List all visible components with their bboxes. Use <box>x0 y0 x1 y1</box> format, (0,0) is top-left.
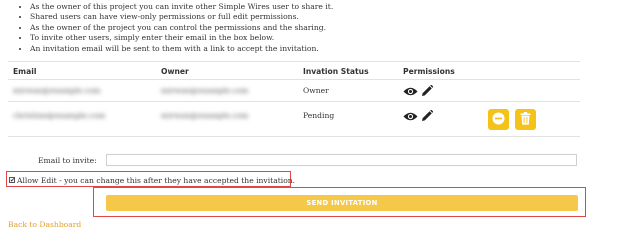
header-owner: Owner <box>161 67 189 76</box>
row-permissions <box>403 110 433 122</box>
row-status: Pending <box>303 111 335 120</box>
row-owner: mirwan@example.com <box>161 86 249 95</box>
instruction-item: As the owner of the project you can cont… <box>30 23 333 33</box>
send-invitation-button[interactable]: SEND INVITATION <box>106 195 578 211</box>
row-permissions <box>403 85 433 97</box>
divider <box>8 101 580 102</box>
header-email: Email <box>13 67 37 76</box>
instruction-item: To invite other users, simply enter thei… <box>30 33 333 43</box>
pencil-icon[interactable] <box>421 85 433 97</box>
row-email: mirwan@example.com <box>13 86 101 95</box>
divider <box>8 79 580 80</box>
row-status: Owner <box>303 86 329 95</box>
header-status: Invation Status <box>303 67 369 76</box>
row-owner: mirwan@example.com <box>161 111 249 120</box>
divider <box>8 136 580 137</box>
delete-user-button[interactable] <box>515 109 536 130</box>
back-to-dashboard-link[interactable]: Back to Dashboard <box>8 220 81 229</box>
eye-icon[interactable] <box>403 86 418 97</box>
eye-icon[interactable] <box>403 111 418 122</box>
email-to-invite-label: Email to invite: <box>38 156 97 165</box>
remove-user-button[interactable] <box>488 109 509 130</box>
instruction-item: As the owner of this project you can inv… <box>30 2 333 12</box>
trash-icon <box>520 110 531 129</box>
header-permissions: Permissions <box>403 67 455 76</box>
divider <box>8 61 580 62</box>
email-to-invite-input[interactable] <box>106 154 577 166</box>
instruction-item: Shared users can have view-only permissi… <box>30 12 333 22</box>
pencil-icon[interactable] <box>421 110 433 122</box>
row-email: christine@example.com <box>13 111 106 120</box>
instruction-item: An invitation email will be sent to them… <box>30 44 333 54</box>
allow-edit-label: Allow Edit - you can change this after t… <box>17 176 296 185</box>
instructions-list: As the owner of this project you can inv… <box>14 2 333 54</box>
minus-circle-icon <box>492 110 505 129</box>
allow-edit-checkbox[interactable]: ✔ <box>9 177 15 184</box>
